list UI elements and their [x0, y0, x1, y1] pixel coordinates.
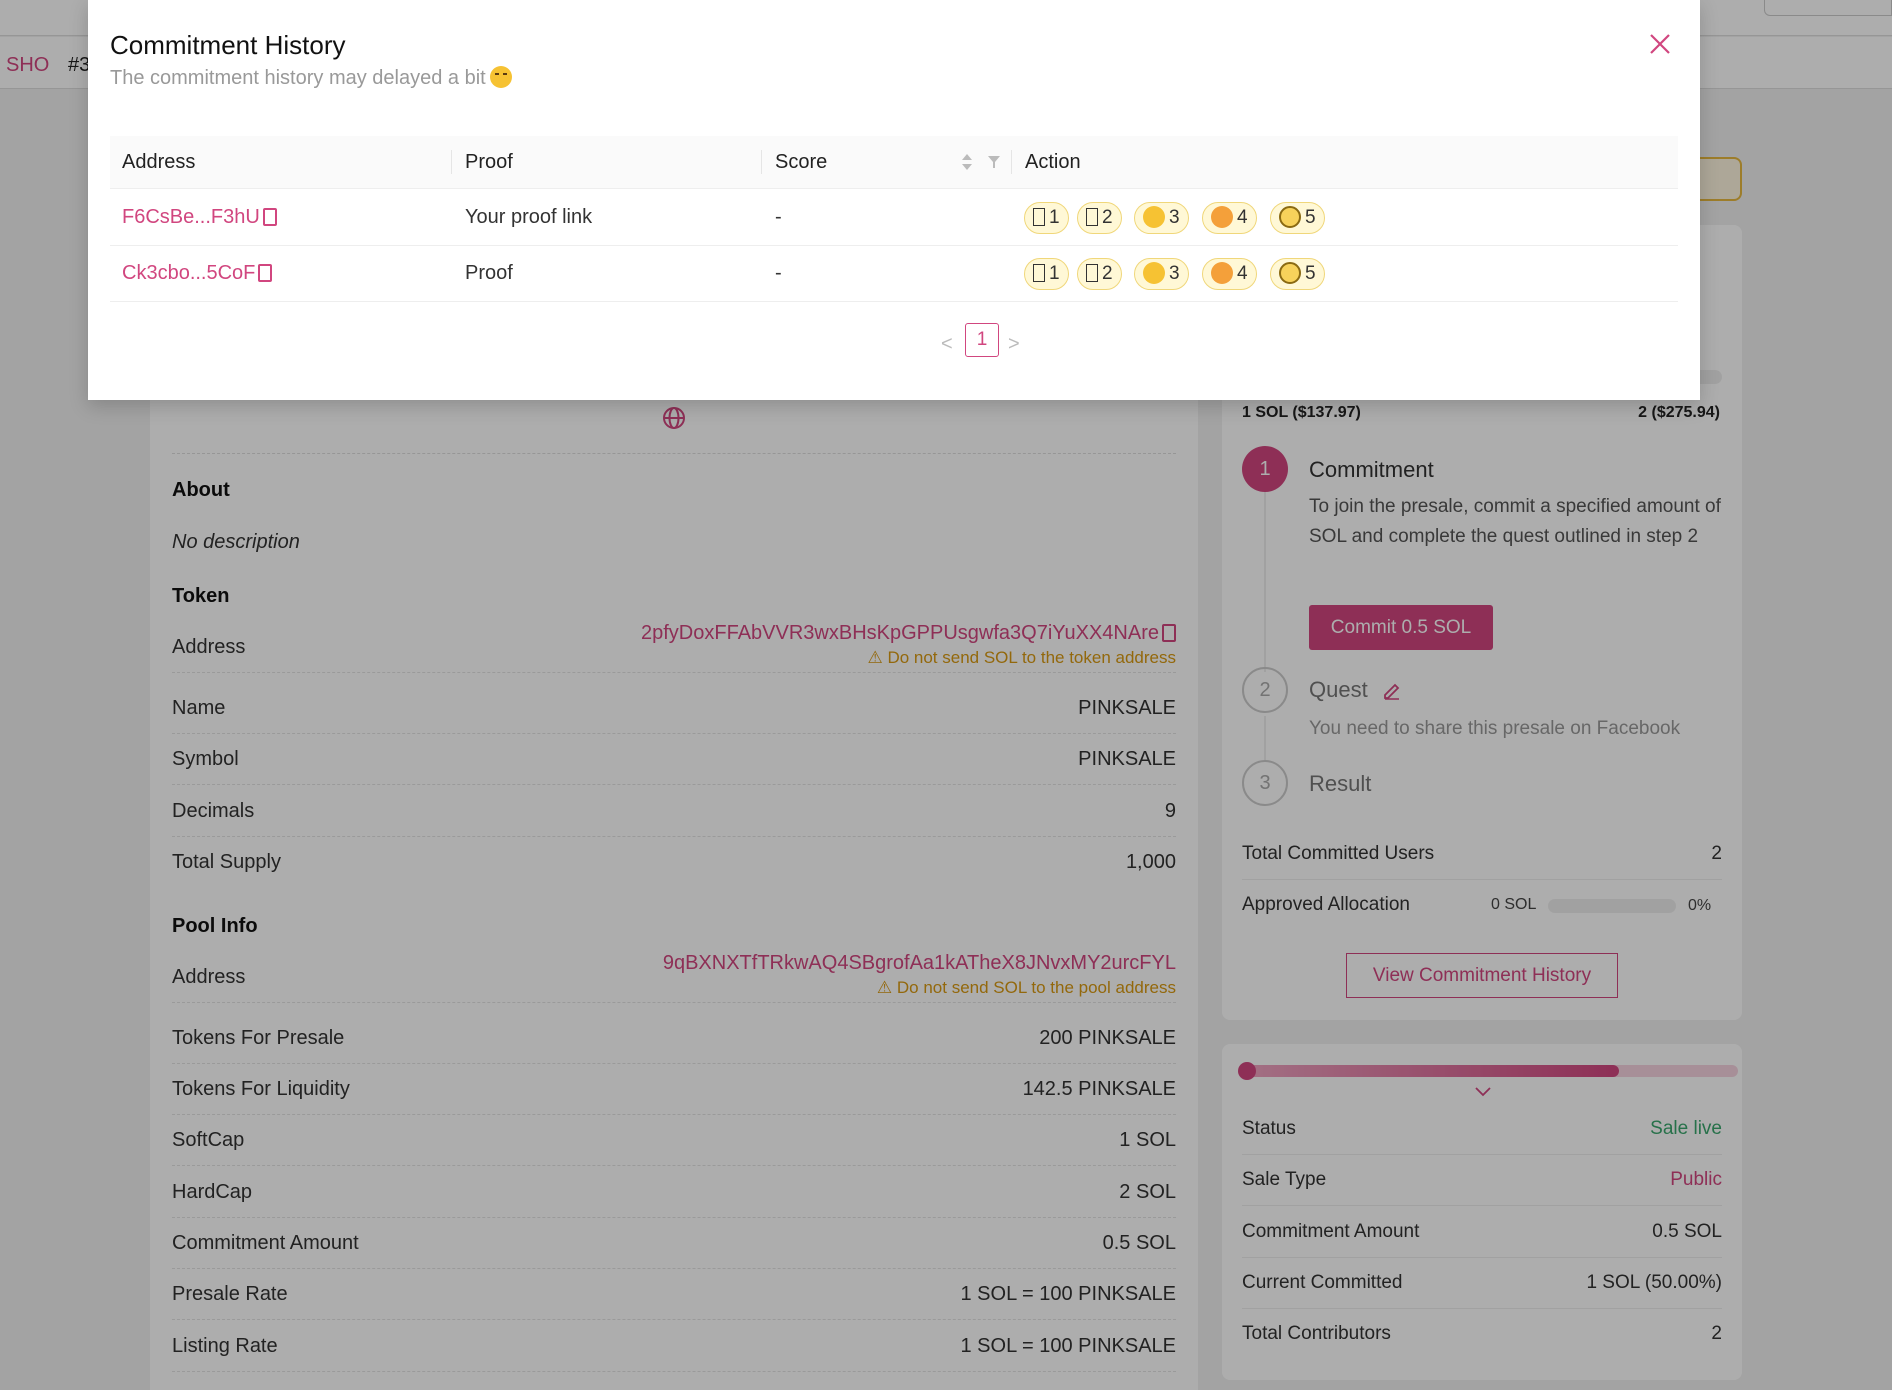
pagination-page-1[interactable]: 1 [965, 323, 999, 357]
table-row: F6CsBe...F3hU Your proof link - 1 2 3 4 … [110, 190, 1678, 246]
column-proof: Proof [465, 151, 513, 173]
score-1-button[interactable]: 1 [1024, 202, 1069, 234]
score-4-button[interactable]: 4 [1202, 258, 1257, 290]
commitment-history-modal: Commitment History The commitment histor… [88, 0, 1700, 400]
close-icon[interactable] [1646, 30, 1674, 58]
score-1-button[interactable]: 1 [1024, 258, 1069, 290]
score-2-button[interactable]: 2 [1077, 202, 1122, 234]
column-address: Address [122, 151, 196, 173]
score-5-button[interactable]: 5 [1270, 202, 1325, 234]
mind-blown-icon [1279, 262, 1301, 284]
smiling-hearts-icon [1211, 262, 1233, 284]
modal-subtitle: The commitment history may delayed a bit [110, 66, 512, 90]
score-3-button[interactable]: 3 [1134, 202, 1189, 234]
mind-blown-icon [1279, 206, 1301, 228]
filter-icon[interactable] [987, 155, 1001, 169]
column-divider [761, 150, 762, 174]
thumb-icon [1033, 208, 1045, 226]
score-2-button[interactable]: 2 [1077, 258, 1122, 290]
table-header: Address Proof Score Action [110, 136, 1678, 189]
column-divider [1011, 150, 1012, 174]
thumb-icon [1033, 264, 1045, 282]
neutral-face-icon [1143, 206, 1165, 228]
sort-icon[interactable] [960, 152, 974, 172]
row-proof[interactable]: Proof [465, 262, 513, 285]
neutral-face-icon [1143, 262, 1165, 284]
score-4-button[interactable]: 4 [1202, 202, 1257, 234]
row-address[interactable]: Ck3cbo...5CoF [122, 262, 273, 285]
row-address[interactable]: F6CsBe...F3hU [122, 206, 277, 229]
thumb-icon [1086, 264, 1098, 282]
score-3-button[interactable]: 3 [1134, 258, 1189, 290]
column-score[interactable]: Score [775, 151, 827, 174]
modal-title: Commitment History [110, 30, 346, 60]
row-score: - [775, 206, 782, 228]
row-proof[interactable]: Your proof link [465, 206, 592, 229]
column-action: Action [1025, 151, 1081, 173]
thumb-icon [1086, 208, 1098, 226]
pagination-prev[interactable]: < [941, 333, 953, 356]
column-divider [451, 150, 452, 174]
copy-icon[interactable] [262, 208, 277, 226]
pensive-emoji-icon [489, 66, 512, 88]
score-5-button[interactable]: 5 [1270, 258, 1325, 290]
row-score: - [775, 262, 782, 284]
copy-icon[interactable] [258, 264, 273, 282]
pagination-next[interactable]: > [1008, 333, 1020, 356]
smiling-hearts-icon [1211, 206, 1233, 228]
table-row: Ck3cbo...5CoF Proof - 1 2 3 4 5 [110, 246, 1678, 302]
